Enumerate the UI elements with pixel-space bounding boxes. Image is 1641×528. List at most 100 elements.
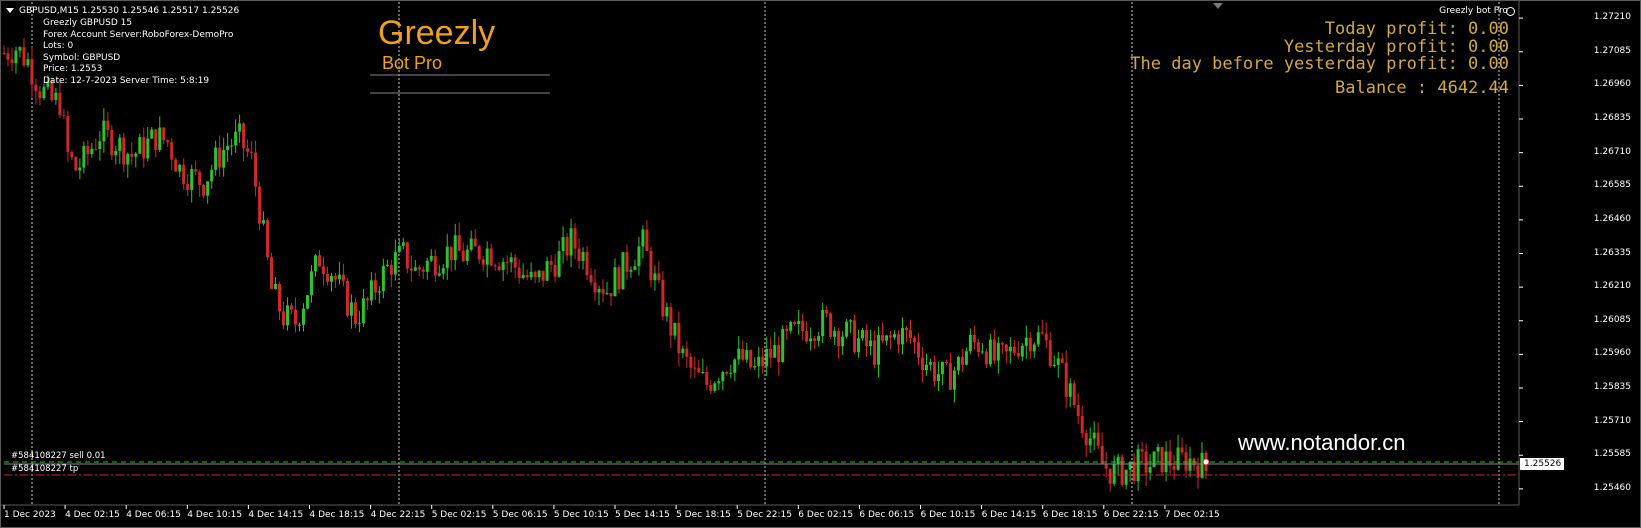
candle-body <box>70 151 74 158</box>
candle-body <box>789 322 793 331</box>
time-axis-label: 5 Dec 02:15 <box>431 510 487 520</box>
candle-body <box>1048 340 1052 367</box>
candle-body <box>441 268 445 274</box>
candle-body <box>1076 405 1080 416</box>
candle-body <box>102 120 106 142</box>
candle-body <box>266 220 270 258</box>
candle-body <box>1180 447 1184 453</box>
candle-body <box>625 252 629 272</box>
candle-body <box>425 260 429 272</box>
candle-body <box>1032 344 1036 352</box>
candle-body <box>1096 432 1100 446</box>
candle-body <box>250 151 254 153</box>
candle-body <box>178 164 182 172</box>
candle-body <box>1036 332 1040 345</box>
candle-body <box>1148 467 1152 473</box>
price-axis-label: 1.26210 <box>1593 281 1631 292</box>
price-axis-label: 1.26585 <box>1593 180 1631 191</box>
candle-body <box>777 345 781 363</box>
time-axis-label: 4 Dec 14:15 <box>248 510 304 520</box>
candle-body <box>122 137 126 165</box>
candle-body <box>437 273 441 276</box>
candle-body <box>988 339 992 365</box>
candle-body <box>960 356 964 365</box>
candle-body <box>126 153 130 165</box>
candle-body <box>916 342 920 358</box>
candle-body <box>433 255 437 276</box>
candle-body <box>230 145 234 147</box>
candle-body <box>597 288 601 293</box>
candle-body <box>262 220 266 224</box>
chart-menu-icon[interactable] <box>6 8 14 13</box>
candle-body <box>18 47 22 51</box>
candle-body <box>214 147 218 170</box>
candle-body <box>1016 352 1020 357</box>
candle-body <box>1160 446 1164 473</box>
candle-body <box>745 350 749 360</box>
candle-body <box>725 372 729 374</box>
candle-body <box>1108 468 1112 484</box>
candle-body <box>645 229 649 251</box>
price-axis-label: 1.25835 <box>1593 381 1631 392</box>
order-marker-icon <box>1202 458 1210 466</box>
candle-body <box>761 356 765 367</box>
candle-body <box>589 275 593 283</box>
candle-body <box>361 298 365 324</box>
current-price-label: 1.25526 <box>1524 459 1562 469</box>
candle-body <box>829 313 833 337</box>
candle-body <box>992 339 996 361</box>
candle-body <box>90 148 94 155</box>
candle-body <box>198 171 202 185</box>
candle-body <box>693 367 697 369</box>
candle-body <box>278 283 282 312</box>
candle-body <box>976 342 980 353</box>
candle-body <box>893 334 897 338</box>
candle-body <box>1132 461 1136 482</box>
candle-body <box>885 335 889 341</box>
candle-body <box>429 255 433 261</box>
candle-body <box>58 92 62 116</box>
candle-body <box>389 264 393 275</box>
price-axis-label: 1.26960 <box>1593 79 1631 90</box>
candle-body <box>865 330 869 346</box>
candle-body <box>397 245 401 253</box>
candle-body <box>940 361 944 375</box>
candle-body <box>337 274 341 280</box>
candle-body <box>341 274 345 281</box>
candle-body <box>329 275 333 282</box>
time-axis-label: 6 Dec 14:15 <box>981 510 1037 520</box>
candle-body <box>110 129 114 156</box>
candle-body <box>1060 358 1064 363</box>
candle-body <box>669 307 673 336</box>
candle-body <box>298 324 302 326</box>
candle-body <box>1104 464 1108 469</box>
candle-body <box>409 268 413 271</box>
candle-body <box>1152 451 1156 468</box>
candle-body <box>282 311 286 326</box>
candle-body <box>972 334 976 343</box>
candle-body <box>186 184 190 191</box>
candle-body <box>210 169 214 182</box>
candle-body <box>845 321 849 337</box>
candle-body <box>501 262 505 271</box>
price-axis-label: 1.26835 <box>1593 113 1631 123</box>
candle-body <box>1172 465 1176 470</box>
candle-body <box>258 186 262 224</box>
candle-body <box>936 374 940 382</box>
candle-body <box>721 372 725 382</box>
candle-body <box>741 348 745 360</box>
candle-body <box>793 322 797 325</box>
candle-body <box>206 181 210 196</box>
price-axis-label: 1.25460 <box>1593 482 1631 493</box>
candle-body <box>461 250 465 261</box>
indicator-name: Greezly bot Pro <box>1439 6 1508 16</box>
price-axis-label: 1.27085 <box>1593 45 1631 56</box>
candle-body <box>785 328 789 331</box>
candle-body <box>238 123 242 132</box>
candle-body <box>912 338 916 343</box>
candle-body <box>309 271 313 296</box>
candle-body <box>497 266 501 271</box>
scroll-marker-icon[interactable] <box>1213 3 1223 9</box>
candle-body <box>170 142 174 160</box>
candle-body <box>889 335 893 338</box>
